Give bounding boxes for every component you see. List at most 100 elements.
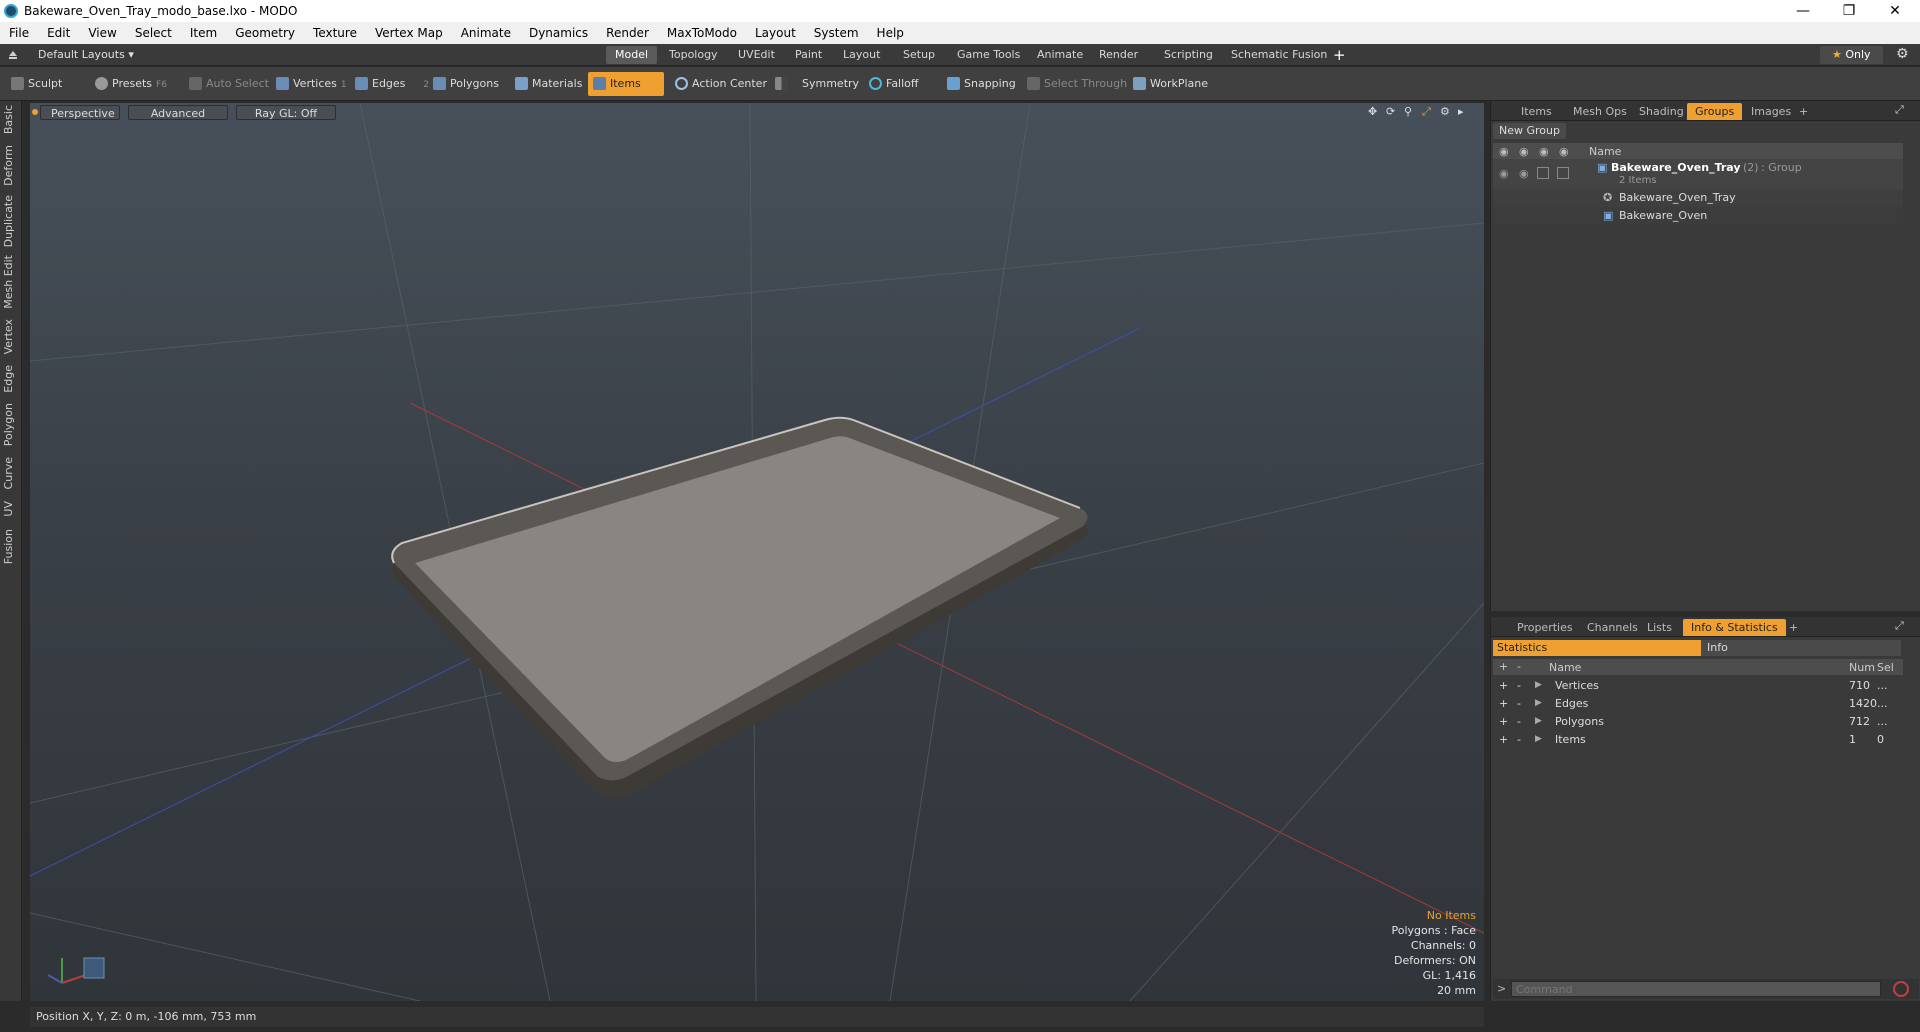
remove-icon[interactable]: - [1517,715,1521,728]
tab-setup[interactable]: Setup [894,46,944,64]
move-view-icon[interactable]: ✥ [1368,105,1377,118]
tab-properties[interactable]: Properties [1509,619,1581,636]
remove-icon[interactable]: - [1517,679,1521,692]
menu-dynamics[interactable]: Dynamics [520,26,597,40]
tab-polygon[interactable]: Polygon [2,403,20,446]
group-select-checkbox[interactable] [1557,167,1569,179]
tab-deform[interactable]: Deform [2,145,20,186]
select-through-button[interactable]: Select Through [1022,72,1133,96]
tab-uvedit[interactable]: UVEdit [729,46,784,64]
menu-help[interactable]: Help [868,26,913,40]
viewport-expand-icon[interactable]: ▸ [1458,105,1464,118]
tab-vertex[interactable]: Vertex [2,319,20,354]
group-row[interactable]: ◉ ◉ ▣ Bakeware_Oven_Tray (2) : Group 2 I… [1493,159,1903,189]
menu-texture[interactable]: Texture [304,26,366,40]
rotate-view-icon[interactable]: ⟳ [1386,105,1395,118]
command-input[interactable] [1511,981,1881,997]
falloff-button[interactable]: Falloff [864,72,924,96]
viewport-settings-icon[interactable]: ⚙ [1440,105,1450,118]
presets-button[interactable]: Presets F6 [90,72,173,96]
close-button[interactable]: ✕ [1872,0,1918,22]
tab-game-tools[interactable]: Game Tools [948,46,1029,64]
edges-button[interactable]: Edges 2 [350,72,435,96]
restore-button[interactable]: ❐ [1826,0,1872,22]
stats-row-vertices[interactable]: + - ▶ Vertices 710 ... [1493,677,1903,695]
menu-system[interactable]: System [805,26,868,40]
tab-schematic-fusion[interactable]: Schematic Fusion [1222,46,1336,64]
tab-info-statistics[interactable]: Info & Statistics [1683,619,1786,636]
new-group-button[interactable]: New Group [1493,123,1566,139]
expand-arrow-icon[interactable]: ▶ [1535,680,1542,690]
tab-layout[interactable]: Layout [834,46,889,64]
tab-mesh-edit[interactable]: Mesh Edit [2,255,20,309]
tab-channels[interactable]: Channels [1579,619,1646,636]
expand-panel-icon[interactable]: ⤢ [1895,103,1904,117]
symmetry-button[interactable]: Symmetry [770,72,865,96]
info-subtab[interactable]: Info [1701,640,1901,656]
tab-basic[interactable]: Basic [2,105,20,134]
record-icon[interactable] [1893,981,1909,997]
tab-duplicate[interactable]: Duplicate [2,195,20,247]
default-layouts-dropdown[interactable]: Default Layouts ▾ [38,48,134,61]
remove-icon[interactable]: - [1517,697,1521,710]
expand-arrow-icon[interactable]: ▶ [1535,698,1542,708]
snapping-button[interactable]: Snapping [942,72,1022,96]
items-button[interactable]: Items [588,72,664,96]
collapse-all-icon[interactable]: - [1517,660,1521,673]
menu-maxtomodo[interactable]: MaxToModo [658,26,746,40]
add-tab-icon[interactable]: + [1333,46,1346,64]
group-render-icon[interactable]: ◉ [1519,167,1529,180]
tab-uv[interactable]: UV [2,501,20,517]
stats-row-polygons[interactable]: + - ▶ Polygons 712 ... [1493,713,1903,731]
polygons-button[interactable]: Polygons [428,72,505,96]
raygl-button[interactable]: Ray GL: Off [236,105,336,120]
3d-viewport[interactable]: Perspective Advanced Ray GL: Off ✥ ⟳ ⚲ ⤢… [30,103,1484,1001]
expand-panel-icon[interactable]: ⤢ [1895,619,1904,633]
layout-toggle-icon[interactable] [8,48,18,60]
menu-geometry[interactable]: Geometry [226,26,304,40]
menu-animate[interactable]: Animate [452,26,520,40]
tab-edge[interactable]: Edge [2,365,20,393]
menu-view[interactable]: View [79,26,125,40]
stats-row-edges[interactable]: + - ▶ Edges 1420 ... [1493,695,1903,713]
tab-fusion[interactable]: Fusion [2,529,20,564]
expand-arrow-icon[interactable]: ▶ [1535,716,1542,726]
expand-arrow-icon[interactable]: ▶ [1535,734,1542,744]
advanced-button[interactable]: Advanced [128,105,228,120]
action-center-button[interactable]: Action Center [670,72,773,96]
statistics-subtab[interactable]: Statistics [1493,640,1701,656]
fit-view-icon[interactable]: ⤢ [1422,105,1431,119]
menu-layout[interactable]: Layout [746,26,805,40]
stats-row-items[interactable]: + - ▶ Items 1 0 [1493,731,1903,749]
add-panel-tab-icon[interactable]: + [1791,103,1816,120]
add-icon[interactable]: + [1499,697,1508,710]
tab-curve[interactable]: Curve [2,457,20,489]
tab-items[interactable]: Items [1513,103,1560,120]
add-icon[interactable]: + [1499,679,1508,692]
add-icon[interactable]: + [1499,733,1508,746]
group-lock-checkbox[interactable] [1537,167,1549,179]
materials-button[interactable]: Materials [510,72,588,96]
menu-item[interactable]: Item [181,26,226,40]
menu-file[interactable]: File [0,26,38,40]
viewport-menu-dot[interactable] [32,109,38,115]
tab-topology[interactable]: Topology [660,46,727,64]
workplane-button[interactable]: WorkPlane [1128,72,1214,96]
group-visibility-icon[interactable]: ◉ [1499,167,1509,180]
perspective-button[interactable]: Perspective [40,105,120,120]
tab-scripting[interactable]: Scripting [1155,46,1222,64]
tab-mesh-ops[interactable]: Mesh Ops [1565,103,1635,120]
sculpt-button[interactable]: Sculpt [6,72,68,96]
add-icon[interactable]: + [1499,715,1508,728]
group-child-row[interactable]: ▣ Bakeware_Oven [1493,207,1903,225]
only-toggle[interactable]: ★ Only [1820,46,1883,64]
menu-edit[interactable]: Edit [38,26,79,40]
remove-icon[interactable]: - [1517,733,1521,746]
tab-model[interactable]: Model [606,46,658,64]
tab-render[interactable]: Render [1090,46,1147,64]
menu-render[interactable]: Render [597,26,658,40]
gear-icon[interactable]: ⚙ [1896,46,1909,62]
group-child-row[interactable]: ✪ Bakeware_Oven_Tray [1493,189,1903,207]
menu-vertex-map[interactable]: Vertex Map [366,26,452,40]
tab-groups[interactable]: Groups [1687,103,1743,120]
